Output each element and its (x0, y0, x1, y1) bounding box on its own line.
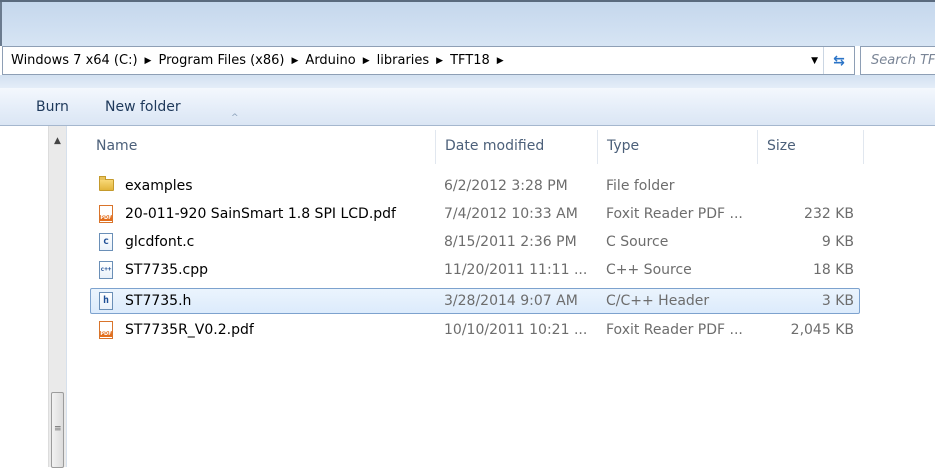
file-row-glcdfont[interactable]: c glcdfont.c 8/15/2011 2:36 PM C Source … (90, 230, 860, 255)
file-row-sainsmart-pdf[interactable]: PDF 20-011-920 SainSmart 1.8 SPI LCD.pdf… (90, 202, 860, 227)
file-type: C++ Source (606, 262, 692, 278)
file-name: glcdfont.c (125, 234, 195, 250)
pdf-icon: PDF (99, 321, 113, 339)
file-type: C/C++ Header (606, 293, 710, 309)
breadcrumb-tft18[interactable]: TFT18 (450, 53, 490, 68)
breadcrumb-libraries[interactable]: libraries (377, 53, 430, 68)
scroll-up-arrow-icon[interactable]: ▲ (54, 136, 61, 146)
column-size[interactable]: Size (767, 126, 796, 166)
refresh-icon[interactable]: ⇆ (823, 47, 854, 74)
breadcrumb-drive[interactable]: Windows 7 x64 (C:) (11, 53, 138, 68)
scroll-grip-icon: ≡ (54, 424, 62, 434)
address-bar[interactable]: Windows 7 x64 (C:) ▶ Program Files (x86)… (2, 46, 855, 75)
file-name: examples (125, 178, 193, 194)
cpp-source-icon: c++ (99, 261, 113, 279)
window-top-border (0, 0, 935, 2)
chrome-strip (0, 75, 935, 88)
file-type: Foxit Reader PDF ... (606, 206, 743, 222)
breadcrumb-arrow-icon[interactable]: ▶ (363, 56, 370, 66)
header-icon: h (99, 292, 113, 310)
column-divider[interactable] (597, 130, 598, 164)
file-type: C Source (606, 234, 669, 250)
c-source-icon: c (99, 233, 113, 251)
address-dropdown-icon[interactable]: ▼ (811, 56, 818, 66)
file-name: 20-011-920 SainSmart 1.8 SPI LCD.pdf (125, 206, 396, 222)
file-name: ST7735R_V0.2.pdf (125, 322, 254, 338)
file-date: 3/28/2014 9:07 AM (444, 293, 578, 309)
file-row-examples[interactable]: examples 6/2/2012 3:28 PM File folder (90, 174, 860, 199)
column-type[interactable]: Type (607, 126, 639, 166)
column-header-row: ^ Name Date modified Type Size (67, 113, 935, 166)
column-date-modified[interactable]: Date modified (445, 126, 544, 166)
nav-scrollbar[interactable]: ▲ ≡ (48, 126, 66, 468)
command-bar: Burn New folder (0, 88, 935, 126)
column-divider[interactable] (757, 130, 758, 164)
file-type: Foxit Reader PDF ... (606, 322, 743, 338)
sort-ascending-icon: ^ (231, 113, 239, 123)
folder-icon (99, 176, 114, 191)
file-row-st7735-h[interactable]: h ST7735.h 3/28/2014 9:07 AM C/C++ Heade… (90, 288, 860, 314)
file-type: File folder (606, 178, 675, 194)
breadcrumb-program-files[interactable]: Program Files (x86) (158, 53, 284, 68)
breadcrumb-arrow-icon[interactable]: ▶ (497, 56, 504, 66)
file-size: 3 KB (821, 293, 854, 309)
breadcrumb-arduino[interactable]: Arduino (305, 53, 355, 68)
file-size: 18 KB (812, 262, 854, 278)
column-name[interactable]: Name (96, 126, 137, 166)
scroll-thumb[interactable]: ≡ (51, 392, 64, 468)
file-name: ST7735.h (125, 293, 192, 309)
breadcrumb-arrow-icon[interactable]: ▶ (292, 56, 299, 66)
file-date: 10/10/2011 10:21 ... (444, 322, 588, 338)
burn-button[interactable]: Burn (36, 88, 69, 126)
file-size: 232 KB (804, 206, 854, 222)
column-divider[interactable] (435, 130, 436, 164)
pane-divider[interactable] (66, 126, 67, 467)
search-input[interactable]: Search TF (860, 46, 935, 75)
file-date: 7/4/2012 10:33 AM (444, 206, 578, 222)
file-date: 11/20/2011 11:11 ... (444, 262, 588, 278)
new-folder-button[interactable]: New folder (105, 88, 181, 126)
file-size: 2,045 KB (790, 322, 854, 338)
breadcrumb-arrow-icon[interactable]: ▶ (436, 56, 443, 66)
file-date: 8/15/2011 2:36 PM (444, 234, 577, 250)
file-row-st7735-cpp[interactable]: c++ ST7735.cpp 11/20/2011 11:11 ... C++ … (90, 258, 860, 283)
window-title-bar (0, 0, 935, 46)
file-size: 9 KB (821, 234, 854, 250)
breadcrumb-arrow-icon[interactable]: ▶ (145, 56, 152, 66)
pdf-icon: PDF (99, 205, 113, 223)
column-divider[interactable] (863, 130, 864, 164)
file-date: 6/2/2012 3:28 PM (444, 178, 568, 194)
file-row-st7735r-pdf[interactable]: PDF ST7735R_V0.2.pdf 10/10/2011 10:21 ..… (90, 318, 860, 343)
file-name: ST7735.cpp (125, 262, 208, 278)
